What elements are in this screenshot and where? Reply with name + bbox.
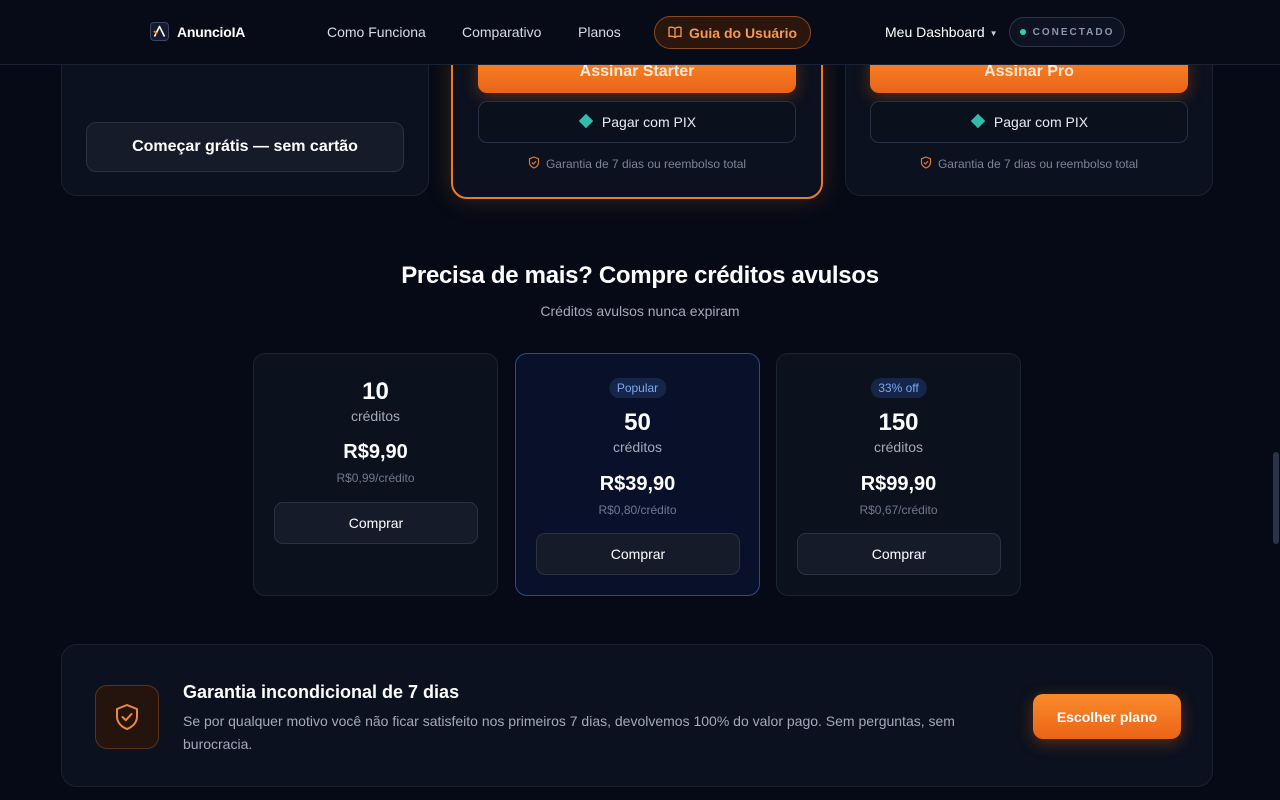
- popular-badge: Popular: [608, 378, 667, 398]
- credit-pack-unit: créditos: [873, 439, 924, 455]
- anuncioia-logo-icon: [150, 22, 169, 41]
- pay-pix-pro-button[interactable]: Pagar com PIX: [870, 101, 1188, 143]
- credit-pack-amount: 10: [362, 378, 389, 405]
- choose-plan-button[interactable]: Escolher plano: [1033, 694, 1181, 739]
- buy-credits-50-button[interactable]: Comprar: [536, 533, 740, 575]
- guarantee-title: Garantia incondicional de 7 dias: [183, 682, 460, 702]
- user-guide-button[interactable]: Guia do Usuário: [654, 16, 811, 49]
- pix-label: Pagar com PIX: [601, 114, 697, 130]
- status-dot-icon: [1019, 29, 1026, 35]
- credit-pack-per-credit: R$0,67/crédito: [859, 503, 938, 517]
- guarantee-note-pro: Garantia de 7 dias ou reembolso total: [870, 156, 1188, 172]
- buy-credits-10-button[interactable]: Comprar: [274, 502, 478, 544]
- user-guide-label: Guia do Usuário: [688, 24, 798, 41]
- dashboard-label: Meu Dashboard: [885, 24, 985, 40]
- shield-icon: [920, 156, 932, 172]
- credit-pack-amount: 50: [624, 409, 651, 436]
- pix-icon: [970, 113, 986, 132]
- connection-status-badge: CONECTADO: [1009, 17, 1125, 47]
- status-label: CONECTADO: [1032, 26, 1115, 38]
- nav-link-planos[interactable]: Planos: [578, 24, 621, 40]
- nav-link-como-funciona[interactable]: Como Funciona: [327, 24, 426, 40]
- credit-pack-price: R$99,90: [860, 473, 937, 495]
- brand-name: AnuncioIA: [177, 23, 246, 40]
- credit-pack-per-credit: R$0,99/crédito: [336, 471, 415, 485]
- book-icon: [668, 25, 682, 41]
- credits-section-subtitle: Créditos avulsos nunca expiram: [540, 303, 740, 319]
- credit-pack-price: R$9,90: [343, 441, 408, 463]
- pay-pix-starter-button[interactable]: Pagar com PIX: [478, 101, 796, 143]
- credit-pack-unit: créditos: [612, 439, 663, 455]
- dashboard-menu[interactable]: Meu Dashboard ▼: [885, 24, 998, 40]
- shield-icon: [528, 156, 540, 172]
- credit-pack-card-10: 10 créditos R$9,90 R$0,99/crédito Compra…: [253, 353, 498, 596]
- credit-pack-unit: créditos: [350, 408, 401, 424]
- guarantee-note-text: Garantia de 7 dias ou reembolso total: [545, 157, 747, 171]
- guarantee-note-starter: Garantia de 7 dias ou reembolso total: [478, 156, 796, 172]
- credit-pack-card-50: Popular 50 créditos R$39,90 R$0,80/crédi…: [515, 353, 760, 596]
- credit-pack-per-credit: R$0,80/crédito: [598, 503, 677, 517]
- top-navbar: AnuncioIA Como Funciona Comparativo Plan…: [0, 0, 1280, 65]
- discount-badge: 33% off: [870, 378, 927, 398]
- guarantee-note-text: Garantia de 7 dias ou reembolso total: [937, 157, 1139, 171]
- buy-credits-150-button[interactable]: Comprar: [797, 533, 1001, 575]
- pix-icon: [578, 113, 594, 132]
- start-free-button[interactable]: Começar grátis — sem cartão: [86, 122, 404, 172]
- brand[interactable]: AnuncioIA: [150, 22, 245, 41]
- guarantee-description: Se por qualquer motivo você não ficar sa…: [183, 713, 955, 752]
- credit-pack-price: R$39,90: [599, 473, 676, 495]
- guarantee-banner: Garantia incondicional de 7 dias Se por …: [61, 644, 1213, 787]
- nav-link-comparativo[interactable]: Comparativo: [462, 24, 541, 40]
- scrollbar-thumb[interactable]: [1273, 452, 1279, 544]
- credit-pack-amount: 150: [878, 409, 919, 436]
- credit-pack-card-150: 33% off 150 créditos R$99,90 R$0,67/créd…: [776, 353, 1021, 596]
- chevron-down-icon: ▼: [989, 28, 998, 38]
- pix-label: Pagar com PIX: [993, 114, 1089, 130]
- credits-section-title: Precisa de mais? Compre créditos avulsos: [401, 262, 879, 289]
- shield-check-icon: [95, 685, 159, 749]
